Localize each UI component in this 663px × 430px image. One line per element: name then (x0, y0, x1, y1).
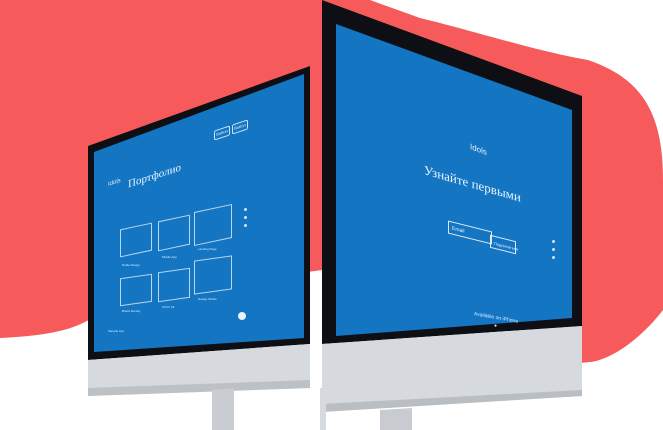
left-monitor: Idols Портфолио Button Button Noble Desi… (84, 58, 320, 430)
right-scroll-dot-1[interactable] (552, 240, 555, 243)
left-scroll-dot-1[interactable] (244, 208, 247, 211)
left-thumb-4[interactable] (120, 273, 152, 307)
mockup-stage: Idols Портфолио Button Button Noble Desi… (0, 0, 663, 430)
left-caption-5: UI/UX Kit (162, 305, 175, 309)
left-caption-3: Landing Page (198, 247, 217, 251)
right-monitor-frame (320, 0, 582, 430)
left-footer-text: Sample text (108, 329, 124, 333)
apple-icon: ● (494, 323, 498, 329)
left-caption-6: Design Works (198, 297, 217, 301)
left-scroll-dot-2[interactable] (244, 216, 247, 219)
left-caption-1: Noble Design (122, 263, 141, 267)
right-scroll-dot-2[interactable] (552, 248, 555, 251)
right-scroll-dot-3[interactable] (552, 256, 555, 259)
right-monitor: Idols Узнайте первыми Email Подписаться … (320, 0, 588, 430)
left-thumb-6[interactable] (194, 255, 232, 295)
left-caption-4: Brand Identity (122, 309, 141, 313)
left-thumb-5[interactable] (158, 267, 190, 303)
left-caption-2: Mobile App (162, 255, 177, 259)
left-scroll-dot-3[interactable] (244, 224, 247, 227)
left-round-button[interactable] (238, 312, 246, 320)
right-email-placeholder: Email (452, 225, 465, 235)
